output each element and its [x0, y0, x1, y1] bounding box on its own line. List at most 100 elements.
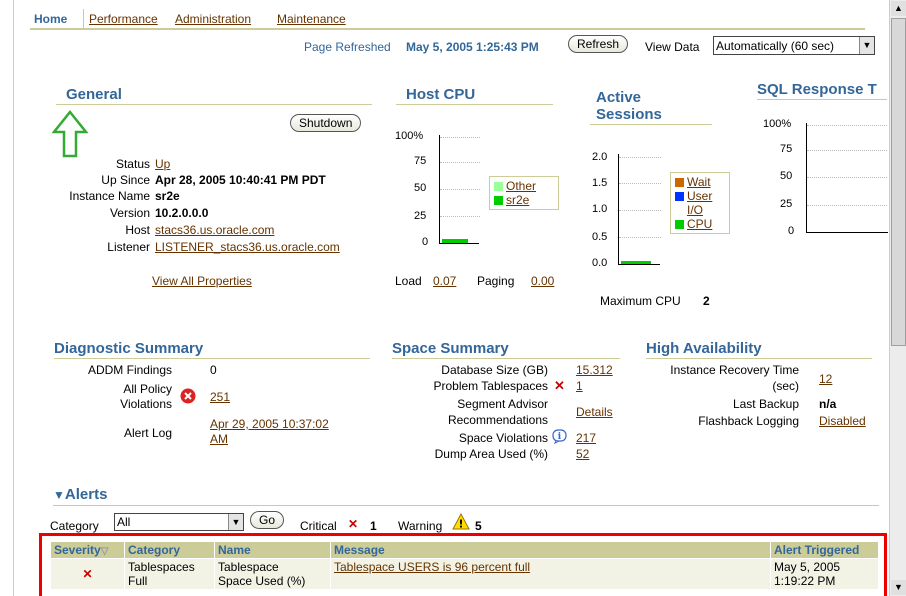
scroll-up-icon[interactable]: ▲ — [891, 1, 906, 16]
max-cpu-value: 2 — [703, 294, 710, 308]
refresh-button[interactable]: Refresh — [568, 35, 629, 53]
legend-label[interactable]: I/O — [687, 203, 703, 217]
host-label: Host — [125, 223, 150, 237]
go-button[interactable]: Go — [250, 511, 285, 529]
legend-label[interactable]: CPU — [687, 217, 712, 231]
sessions-tick: 1.5 — [592, 177, 608, 189]
info-icon: i — [552, 429, 567, 444]
recovery-value[interactable]: 12 — [819, 372, 832, 386]
policy-violations-value[interactable]: 251 — [210, 390, 230, 404]
segment-details-link[interactable]: Details — [576, 405, 613, 419]
sessions-tick: 0.0 — [592, 257, 608, 269]
vertical-scrollbar[interactable]: ▲ ▼ — [889, 0, 906, 596]
ha-title: High Availability — [646, 340, 762, 357]
addm-label: ADDM Findings — [87, 363, 172, 377]
category-value: All — [117, 515, 131, 529]
legend-item-user-io[interactable]: User — [675, 189, 725, 203]
active-sessions-rule — [590, 124, 712, 125]
sql-response-rule — [757, 99, 887, 100]
legend-label[interactable]: sr2e — [506, 193, 529, 207]
alerts-rule — [53, 505, 879, 506]
sql-tick: 0 — [788, 225, 795, 237]
shutdown-button[interactable]: Shutdown — [290, 114, 362, 132]
view-data-label: View Data — [645, 40, 700, 54]
host-cpu-tick: 100% — [395, 130, 424, 142]
gridline — [807, 125, 888, 126]
legend-label[interactable]: User — [687, 189, 712, 203]
legend-item-user-io-cont[interactable]: I/O — [675, 203, 725, 217]
host-value[interactable]: stacs36.us.oracle.com — [155, 223, 274, 237]
paging-value[interactable]: 0.00 — [531, 274, 554, 288]
alert-log-value[interactable]: AM — [210, 432, 228, 446]
segment-label: Segment Advisor — [457, 397, 548, 411]
legend-swatch — [494, 196, 503, 206]
status-value[interactable]: Up — [155, 157, 170, 171]
gridline — [440, 137, 480, 138]
problem-ts-label: Problem Tablespaces — [433, 379, 548, 393]
legend-item-sr2e[interactable]: sr2e — [494, 193, 554, 207]
alerts-header[interactable]: ▼Alerts — [53, 486, 107, 503]
scrollbar-thumb[interactable] — [891, 18, 906, 346]
tab-home[interactable]: Home — [34, 12, 67, 26]
listener-value[interactable]: LISTENER_stacs36.us.oracle.com — [155, 240, 340, 254]
db-size-value[interactable]: 15.312 — [576, 363, 613, 377]
host-cpu-rule — [396, 104, 553, 105]
gridline — [619, 210, 661, 211]
ha-rule — [646, 358, 872, 359]
warning-icon: ! — [452, 513, 470, 530]
load-value[interactable]: 0.07 — [433, 274, 456, 288]
sql-tick: 75 — [780, 143, 793, 155]
host-cpu-tick: 75 — [414, 155, 427, 167]
critical-icon — [180, 388, 196, 404]
sql-response-chart: 100% 75 50 25 0 — [760, 115, 888, 240]
gridline — [440, 216, 480, 217]
view-all-properties-link[interactable]: View All Properties — [152, 274, 252, 288]
space-violations-value[interactable]: 217 — [576, 431, 596, 445]
scroll-down-icon[interactable]: ▼ — [891, 580, 906, 595]
page-refreshed-timestamp: May 5, 2005 1:25:43 PM — [406, 40, 539, 54]
flashback-value[interactable]: Disabled — [819, 414, 866, 428]
up-since-value: Apr 28, 2005 10:40:41 PM PDT — [155, 173, 326, 187]
page-refreshed-label: Page Refreshed — [304, 40, 391, 54]
tab-administration[interactable]: Administration — [175, 12, 251, 26]
up-arrow-icon — [52, 110, 88, 158]
category-select[interactable]: All ▼ — [114, 513, 244, 531]
general-title: General — [66, 86, 122, 103]
tab-performance[interactable]: Performance — [89, 12, 158, 26]
critical-count: 1 — [370, 519, 377, 533]
version-value: 10.2.0.0.0 — [155, 206, 209, 220]
critical-x-icon: ✕ — [348, 517, 359, 531]
host-cpu-x-axis — [439, 243, 479, 244]
alert-log-label: Alert Log — [123, 426, 172, 440]
legend-swatch — [675, 192, 684, 202]
load-label: Load — [395, 274, 422, 288]
svg-text:i: i — [558, 432, 562, 442]
legend-item-cpu[interactable]: CPU — [675, 217, 725, 231]
policy-label: Violations — [120, 397, 172, 411]
host-cpu-tick: 0 — [422, 236, 429, 248]
gridline — [619, 237, 661, 238]
chevron-down-icon[interactable]: ▼ — [228, 514, 243, 530]
legend-label[interactable]: Wait — [687, 175, 711, 189]
dump-area-label: Dump Area Used (%) — [434, 447, 548, 461]
sql-x-axis — [806, 232, 888, 233]
view-data-select[interactable]: Automatically (60 sec) ▼ — [713, 36, 875, 55]
legend-label[interactable]: Other — [506, 179, 536, 193]
alert-log-value[interactable]: Apr 29, 2005 10:37:02 — [210, 417, 329, 431]
gridline — [619, 183, 661, 184]
tab-maintenance[interactable]: Maintenance — [277, 12, 346, 26]
legend-item-wait[interactable]: Wait — [675, 175, 725, 189]
chevron-down-icon[interactable]: ▼ — [859, 37, 874, 54]
sessions-x-axis — [618, 264, 660, 265]
collapse-triangle-icon[interactable]: ▼ — [53, 488, 65, 502]
gridline — [619, 157, 661, 158]
gridline — [807, 177, 888, 178]
addm-value: 0 — [210, 363, 217, 377]
legend-item-other[interactable]: Other — [494, 179, 554, 193]
listener-label: Listener — [107, 240, 150, 254]
flashback-label: Flashback Logging — [698, 414, 799, 428]
problem-ts-value[interactable]: 1 — [576, 379, 583, 393]
dump-area-value[interactable]: 52 — [576, 447, 589, 461]
diagnostic-rule — [54, 358, 370, 359]
gridline — [440, 162, 480, 163]
